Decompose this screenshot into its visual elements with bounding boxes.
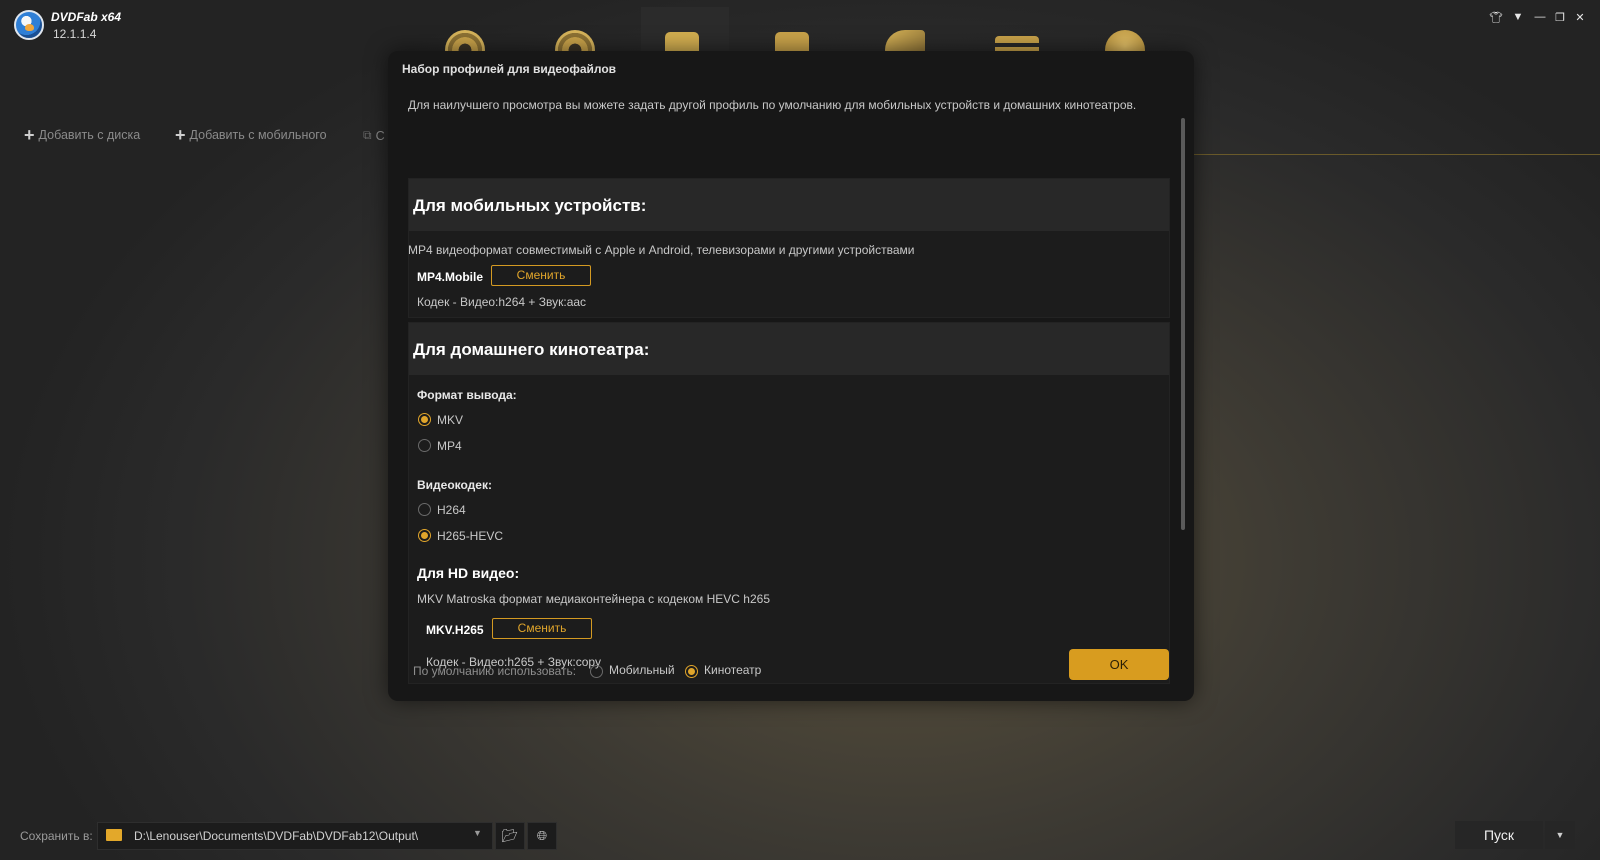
menu-icon[interactable]: ▼	[1510, 11, 1526, 23]
video-codec-label: Видеокодек:	[417, 478, 492, 492]
codec-h264-label: H264	[437, 503, 466, 517]
plus-icon: +	[24, 125, 35, 145]
dialog-title: Набор профилей для видеофайлов	[402, 62, 617, 76]
home-change-button[interactable]: Сменить	[492, 618, 592, 639]
globe-icon[interactable]: 🌐︎	[527, 822, 557, 850]
add-from-mobile-label: Добавить с мобильного	[189, 128, 327, 142]
home-section-heading: Для домашнего кинотеатра:	[409, 323, 1169, 375]
format-mkv-label: MKV	[437, 413, 464, 427]
output-format-label: Формат вывода:	[417, 388, 517, 402]
profile-dialog: Набор профилей для видеофайлов Для наилу…	[388, 51, 1194, 701]
dialog-description: Для наилучшего просмотра вы можете задат…	[408, 98, 1137, 112]
browse-folder-button[interactable]: 📂︎	[495, 822, 525, 850]
format-mp4-label: MP4	[437, 439, 462, 453]
app-version: 12.1.1.4	[53, 27, 97, 41]
minimize-icon[interactable]: —	[1532, 11, 1548, 23]
third-toolbar-button[interactable]: ⧉ С	[363, 128, 385, 143]
save-to-label: Сохранить в:	[20, 829, 93, 843]
folder-icon	[106, 829, 122, 841]
add-from-disc-button[interactable]: + Добавить с диска	[24, 125, 141, 145]
ok-button[interactable]: OK	[1069, 649, 1169, 680]
mobile-profile-name: MP4.Mobile	[417, 270, 484, 284]
chevron-down-icon[interactable]: ▼	[473, 828, 482, 838]
start-button[interactable]: Пуск	[1455, 821, 1543, 849]
hd-video-title: Для HD видео:	[417, 565, 520, 581]
default-cinema-label: Кинотеатр	[704, 663, 762, 677]
dialog-scrollbar[interactable]	[1181, 118, 1185, 530]
default-mobile-label: Мобильный	[609, 663, 675, 677]
start-dropdown-icon[interactable]: ▼	[1545, 821, 1575, 849]
dialog-scroll-area[interactable]: Для мобильных устройств: MP4 видеоформат…	[408, 126, 1170, 684]
toolbar-divider	[1190, 154, 1600, 155]
third-toolbar-label: С	[375, 128, 385, 143]
app-logo	[14, 10, 44, 40]
output-path-text: D:\Lenouser\Documents\DVDFab\DVDFab12\Ou…	[134, 829, 419, 843]
default-cinema-radio[interactable]	[685, 665, 698, 678]
format-mkv-radio[interactable]	[418, 413, 431, 426]
default-mobile-radio[interactable]	[590, 665, 603, 678]
hd-video-description: MKV Matroska формат медиаконтейнера с ко…	[417, 592, 770, 606]
default-use-label: По умолчанию использовать:	[413, 664, 577, 678]
codec-h264-radio[interactable]	[418, 503, 431, 516]
plus-icon: +	[175, 125, 186, 145]
mobile-description: MP4 видеоформат совместимый с Apple и An…	[408, 243, 915, 257]
add-from-disc-label: Добавить с диска	[38, 128, 141, 142]
close-icon[interactable]: ✕	[1572, 11, 1588, 24]
mobile-section: Для мобильных устройств: MP4 видеоформат…	[408, 178, 1170, 318]
codec-h265-radio[interactable]	[418, 529, 431, 542]
home-profile-name: MKV.H265	[426, 623, 484, 637]
codec-h265-label: H265-HEVC	[437, 529, 504, 543]
merge-icon: ⧉	[363, 128, 372, 142]
skin-icon[interactable]: 👕︎	[1488, 11, 1504, 24]
mobile-change-button[interactable]: Сменить	[491, 265, 591, 286]
mobile-section-heading: Для мобильных устройств:	[409, 179, 1169, 231]
format-mp4-radio[interactable]	[418, 439, 431, 452]
add-from-mobile-button[interactable]: + Добавить с мобильного	[175, 125, 327, 145]
restore-icon[interactable]: ❐	[1552, 11, 1568, 24]
app-name: DVDFab x64	[51, 10, 122, 24]
home-theater-section: Для домашнего кинотеатра: Формат вывода:…	[408, 322, 1170, 684]
mobile-codec: Кодек - Видео:h264 + Звук:aac	[417, 295, 587, 309]
